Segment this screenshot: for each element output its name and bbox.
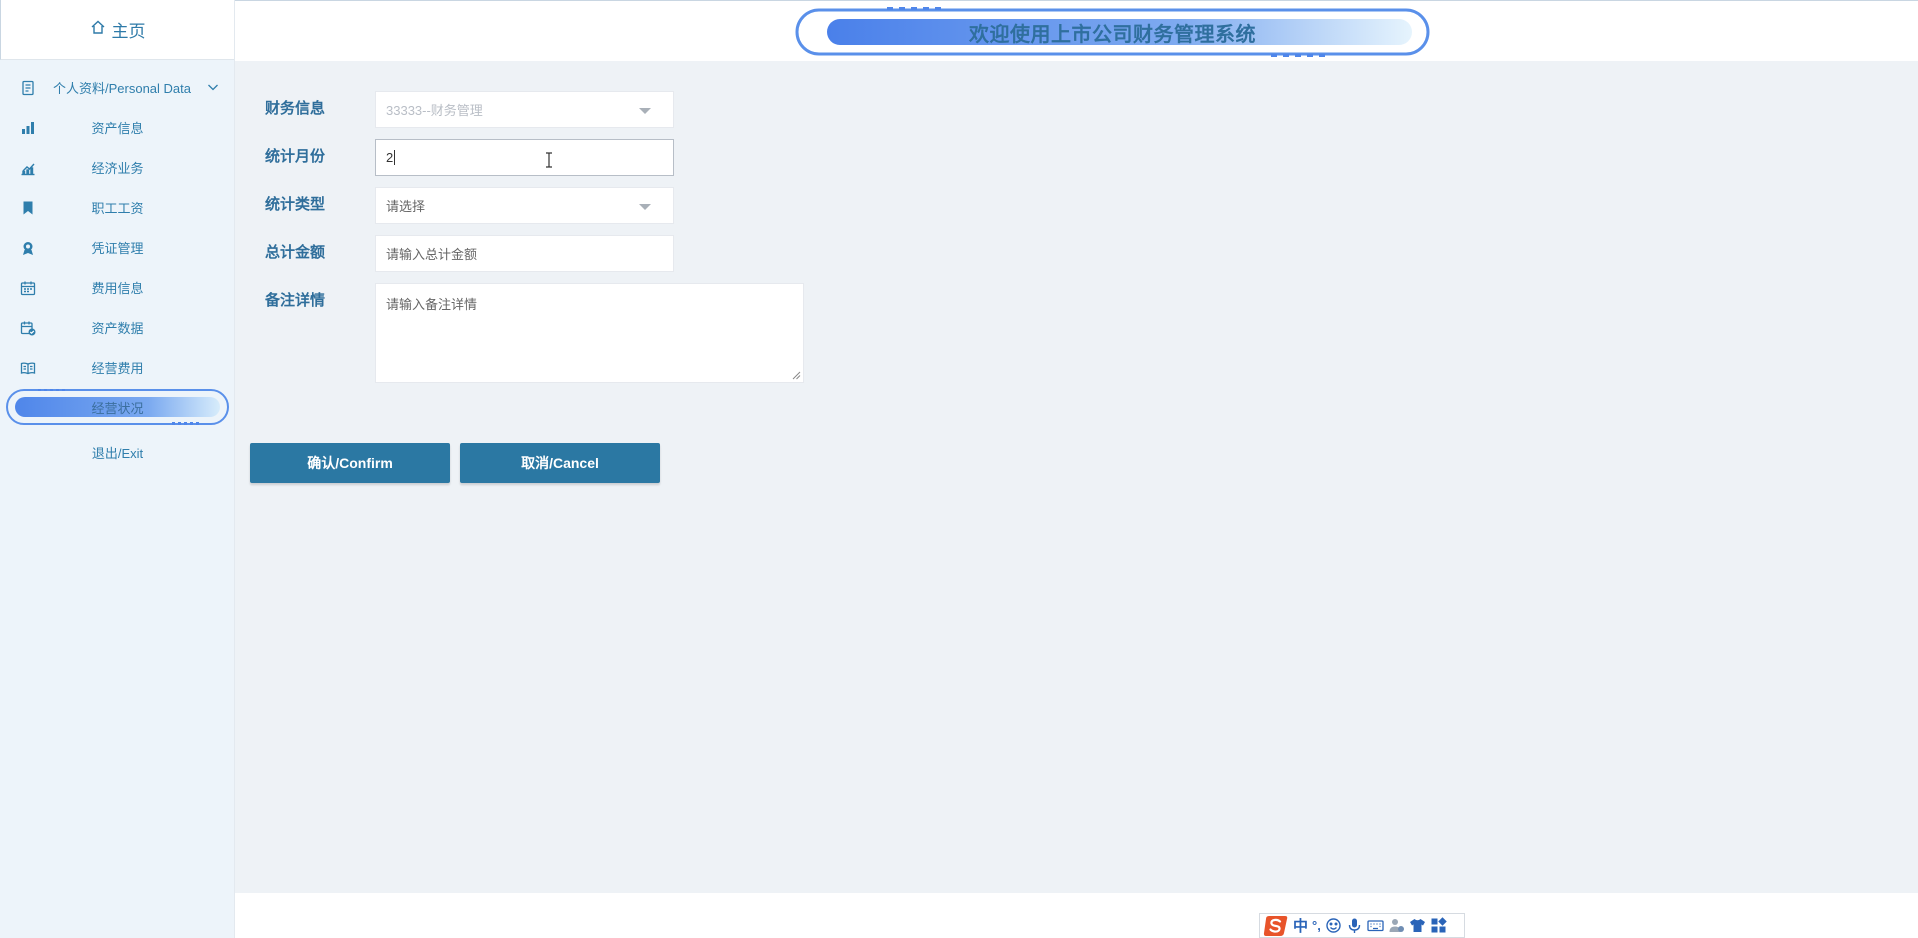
document-icon [20, 80, 36, 96]
top-header: 欢迎使用上市公司财务管理系统 [235, 0, 1918, 61]
home-link[interactable]: 主页 [0, 0, 234, 60]
finance-info-value: 33333--财务管理 [386, 103, 483, 118]
finance-info-select[interactable]: 33333--财务管理 [375, 91, 674, 128]
caret-down-icon [639, 108, 651, 114]
chevron-down-icon [207, 81, 219, 93]
ime-punct-label[interactable]: °, [1312, 918, 1321, 933]
total-amount-label: 总计金额 [265, 244, 326, 261]
sidebar-item-operating-status[interactable]: 经营状况 [0, 387, 235, 427]
sidebar: 主页 个人资料/Personal Data 资产信息 经济业务 职工工资 凭证管… [0, 0, 235, 938]
month-input[interactable]: 2 [375, 139, 674, 176]
main-content: 财务信息 33333--财务管理 统计月份 2 统计类型 请选择 总计金额 请输… [235, 61, 1918, 893]
sidebar-item-operating-expense[interactable]: 经营费用 [0, 347, 235, 387]
footer [235, 893, 1918, 938]
form-row-stat-type: 统计类型 请选择 [265, 187, 674, 224]
form-row-remark: 备注详情 请输入备注详情 [265, 283, 804, 383]
emoji-icon[interactable] [1325, 917, 1342, 934]
cancel-button[interactable]: 取消/Cancel [460, 443, 660, 483]
ime-toolbar[interactable]: 中 °, [1259, 913, 1465, 938]
keyboard-icon[interactable] [1367, 917, 1384, 934]
text-caret [394, 150, 396, 165]
month-value: 2 [386, 150, 394, 165]
remark-placeholder: 请输入备注详情 [386, 297, 478, 312]
remark-label: 备注详情 [265, 292, 326, 309]
form-row-finance-info: 财务信息 33333--财务管理 [265, 91, 674, 128]
user-tools-icon[interactable] [1388, 917, 1405, 934]
stat-type-select[interactable]: 请选择 [375, 187, 674, 224]
confirm-button[interactable]: 确认/Confirm [250, 443, 450, 483]
sidebar-item-economic-business[interactable]: 经济业务 [0, 147, 235, 187]
sidebar-item-exit[interactable]: 退出/Exit [0, 432, 235, 472]
sidebar-item-staff-salary[interactable]: 职工工资 [0, 187, 235, 227]
home-label: 主页 [111, 22, 146, 41]
page-title: 欢迎使用上市公司财务管理系统 [969, 23, 1256, 46]
form-row-total-amount: 总计金额 请输入总计金额 [265, 235, 674, 272]
ime-mode-label[interactable]: 中 [1293, 915, 1308, 936]
total-amount-input[interactable]: 请输入总计金额 [375, 235, 674, 272]
ibeam-cursor-icon [544, 152, 554, 168]
sidebar-item-personal-data[interactable]: 个人资料/Personal Data [0, 67, 235, 107]
sidebar-item-label: 经济业务 [91, 160, 144, 176]
ime-logo-icon [1263, 915, 1288, 936]
sidebar-item-label: 凭证管理 [91, 240, 144, 256]
sidebar-item-label: 资产信息 [91, 120, 144, 136]
form-row-month: 统计月份 2 [265, 139, 674, 176]
home-icon [90, 19, 106, 40]
sidebar-item-asset-info[interactable]: 资产信息 [0, 107, 235, 147]
month-label: 统计月份 [265, 148, 326, 165]
microphone-icon[interactable] [1346, 917, 1363, 934]
finance-info-label: 财务信息 [265, 100, 326, 117]
sidebar-item-expense-info[interactable]: 费用信息 [0, 267, 235, 307]
skin-shirt-icon[interactable] [1409, 917, 1426, 934]
stat-type-label: 统计类型 [265, 196, 326, 213]
sidebar-item-asset-data[interactable]: 资产数据 [0, 307, 235, 347]
sidebar-item-label: 职工工资 [91, 200, 144, 216]
sidebar-item-label: 资产数据 [91, 320, 144, 336]
sidebar-item-label: 退出/Exit [91, 445, 144, 461]
total-amount-placeholder: 请输入总计金额 [386, 247, 478, 262]
sidebar-item-label: 费用信息 [91, 280, 144, 296]
grid-menu-icon[interactable] [1430, 917, 1447, 934]
sidebar-item-label: 个人资料/Personal Data [53, 80, 191, 96]
resize-grip-icon[interactable] [792, 371, 801, 380]
caret-down-icon [639, 204, 651, 210]
sidebar-item-label: 经营状况 [91, 400, 144, 416]
remark-textarea[interactable]: 请输入备注详情 [375, 283, 804, 383]
stat-type-placeholder: 请选择 [386, 199, 426, 214]
sidebar-item-label: 经营费用 [91, 360, 144, 376]
sidebar-item-voucher-management[interactable]: 凭证管理 [0, 227, 235, 267]
